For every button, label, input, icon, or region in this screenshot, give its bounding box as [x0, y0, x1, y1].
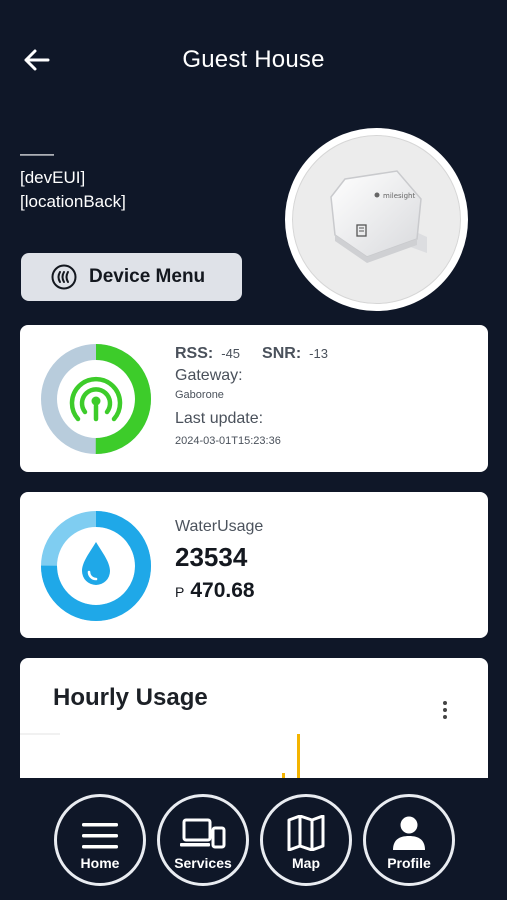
nav-profile[interactable]: Profile: [363, 794, 455, 886]
nav-home[interactable]: Home: [54, 794, 146, 886]
device-eui: [devEUI]: [20, 168, 86, 187]
wifi-signal-icon: [69, 376, 123, 422]
signal-details: RSS: -45 SNR: -13 Gateway: Gaborone Last…: [175, 345, 328, 453]
last-update-label: Last update:: [175, 410, 264, 427]
map-icon: [287, 815, 325, 851]
device-menu-label: Device Menu: [89, 266, 206, 287]
snr-value: -13: [309, 346, 328, 361]
nav-home-label: Home: [80, 855, 120, 871]
last-update-value: 2024-03-01T15:23:36: [175, 435, 281, 447]
nav-map-label: Map: [292, 855, 320, 871]
nfc-signal-icon: [51, 264, 77, 290]
signal-card: RSS: -45 SNR: -13 Gateway: Gaborone Last…: [20, 325, 488, 472]
gateway-label: Gateway:: [175, 367, 243, 384]
nav-map[interactable]: Map: [260, 794, 352, 886]
currency-symbol: P: [175, 584, 185, 600]
chart-title: Hourly Usage: [53, 684, 208, 711]
snr-label: SNR:: [262, 345, 302, 362]
gateway-value: Gaborone: [175, 389, 224, 401]
water-cost-value: 470.68: [190, 579, 255, 602]
water-usage-value: 23534: [175, 542, 248, 572]
header: Guest House: [0, 0, 507, 120]
bottom-navigation: Home Services Map Profile: [0, 778, 507, 900]
device-menu-button[interactable]: Device Menu: [21, 253, 242, 301]
water-usage-card: WaterUsage 23534 P 470.68: [20, 492, 488, 638]
rss-label: RSS:: [175, 345, 214, 362]
signal-ring-gauge: [41, 344, 151, 454]
nav-profile-label: Profile: [387, 855, 431, 871]
menu-icon: [82, 823, 118, 849]
more-vertical-icon[interactable]: [440, 700, 450, 720]
water-cost: P 470.68: [175, 579, 263, 603]
page-title: Guest House: [182, 46, 325, 73]
nav-services-label: Services: [174, 855, 232, 871]
svg-text:milesight: milesight: [383, 192, 415, 200]
water-details: WaterUsage 23534 P 470.68: [175, 518, 263, 603]
device-image: milesight: [285, 128, 468, 311]
water-ring-gauge: [41, 511, 151, 621]
device-info: —— [devEUI] [locationBack]: [20, 142, 126, 214]
nav-services[interactable]: Services: [157, 794, 249, 886]
sensor-device-icon: milesight: [329, 169, 427, 263]
water-usage-label: WaterUsage: [175, 518, 264, 535]
person-icon: [393, 816, 425, 850]
devices-icon: [180, 818, 226, 849]
device-location: [locationBack]: [20, 192, 126, 211]
rss-value: -45: [221, 346, 241, 361]
device-name: ——: [20, 144, 54, 163]
hourly-usage-card: Hourly Usage: [20, 658, 488, 788]
